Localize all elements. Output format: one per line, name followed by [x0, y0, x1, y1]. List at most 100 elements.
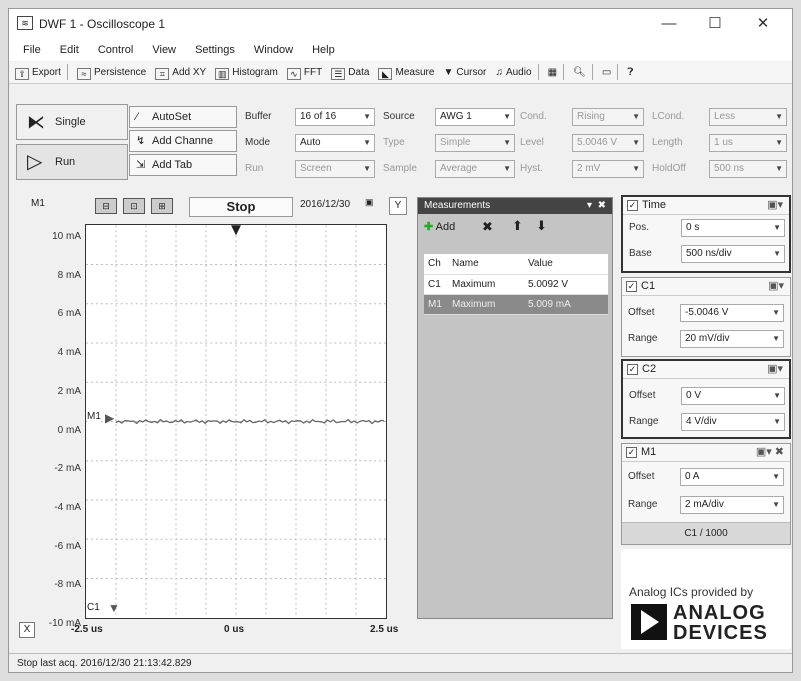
c1-offset-input[interactable]: -5.0046 V ▼ [680, 304, 784, 322]
wand-icon: ⁄ [136, 111, 138, 123]
add-tab-button[interactable]: ⇲ Add Tab [129, 154, 237, 176]
m1-range-input[interactable]: 2 mA/div ▼ [680, 496, 784, 514]
chevron-down-icon: ▼ [773, 391, 781, 400]
m1-formula[interactable]: C1 / 1000 [622, 522, 790, 544]
logo-caption: Analog ICs provided by [629, 585, 754, 599]
table-row[interactable]: M1 Maximum 5.009 mA [424, 294, 608, 315]
measurements-table: Ch Name Value C1 Maximum 5.0092 V M1 Max… [424, 254, 608, 315]
menu-window[interactable]: Window [254, 39, 293, 61]
add-xy-button[interactable]: ⌗ Add XY [155, 62, 206, 84]
chevron-down-icon: ▼ [772, 500, 780, 509]
scope-plot[interactable] [85, 224, 387, 619]
run-button[interactable]: ▷ Run [16, 144, 128, 180]
c1-checkbox[interactable]: ✓ [626, 281, 637, 292]
single-button[interactable]: ⧔ Single [16, 104, 128, 140]
y-axis-button[interactable]: Y [389, 197, 407, 215]
layout-icon[interactable]: ▦ [548, 62, 557, 84]
data-icon: ☰ [331, 68, 346, 80]
c1-trace-marker[interactable]: C1 [87, 602, 100, 613]
dock-icon[interactable]: ▭ [602, 62, 611, 84]
add-measurement-button[interactable]: ✚ Add [424, 220, 455, 233]
move-down-icon[interactable]: ⬇ [536, 218, 547, 234]
panel-menu-icon[interactable]: ▣▾ [767, 362, 783, 375]
trigger-position-marker[interactable] [231, 225, 241, 236]
table-row[interactable]: C1 Maximum 5.0092 V [424, 274, 608, 295]
window-title: DWF 1 - Oscilloscope 1 [39, 17, 166, 31]
menu-control[interactable]: Control [98, 39, 133, 61]
cursor-button[interactable]: ▼ Cursor [443, 62, 486, 84]
menu-view[interactable]: View [152, 39, 176, 61]
fft-button[interactable]: ∿ FFT [286, 62, 322, 84]
audio-button[interactable]: ♫ Audio [495, 62, 531, 84]
time-checkbox[interactable]: ✓ [627, 200, 638, 211]
app-icon: ≋ [17, 16, 33, 30]
offset-label: Offset [628, 471, 655, 482]
delete-icon[interactable]: ✖ [482, 219, 493, 235]
m1-offset-input[interactable]: 0 A ▼ [680, 468, 784, 486]
chevron-down-icon: ▼ [632, 164, 640, 173]
type-select[interactable]: Simple ▼ [435, 134, 515, 152]
mode-label: Mode [245, 137, 271, 148]
minimize-button[interactable]: — [649, 13, 689, 35]
c2-checkbox[interactable]: ✓ [627, 364, 638, 375]
histogram-button[interactable]: ▥ Histogram [215, 62, 278, 84]
dock-icon[interactable]: ▾ [587, 198, 592, 214]
zoom-icon[interactable]: 🔍︎ [573, 62, 586, 84]
close-button[interactable]: ✕ [743, 13, 783, 35]
move-up-icon[interactable]: ⬆ [512, 218, 523, 234]
zoom-fit-icon[interactable]: ⊟ [95, 198, 117, 214]
c2-offset-input[interactable]: 0 V ▼ [681, 387, 785, 405]
chevron-down-icon: ▼ [772, 472, 780, 481]
x-axis-button[interactable]: X [19, 622, 35, 638]
range-label: Range [629, 416, 659, 427]
panel-menu-icon[interactable]: ▣▾ [768, 279, 784, 292]
level-input[interactable]: 5.0046 V ▼ [572, 134, 644, 152]
length-input[interactable]: 1 us ▼ [709, 134, 787, 152]
sample-select[interactable]: Average ▼ [435, 160, 515, 178]
menu-help[interactable]: Help [312, 39, 335, 61]
m1-panel-title: M1 [641, 446, 657, 458]
hyst-input[interactable]: 2 mV ▼ [572, 160, 644, 178]
lcond-select[interactable]: Less ▼ [709, 108, 787, 126]
export-button[interactable]: ⇪ Export [15, 62, 61, 84]
panel-menu-icon[interactable]: ▣▾ [767, 198, 783, 211]
play-icon: ▷ [27, 151, 43, 173]
time-position-input[interactable]: 0 s ▼ [681, 219, 785, 237]
logo-line1: ANALOG [673, 602, 766, 624]
zoom-area-icon[interactable]: ⊡ [123, 198, 145, 214]
data-button[interactable]: ☰ Data [331, 62, 369, 84]
source-select[interactable]: AWG 1 ▼ [435, 108, 515, 126]
close-icon[interactable]: ✖ [598, 198, 606, 214]
chevron-down-icon: ▼ [632, 138, 640, 147]
holdoff-input[interactable]: 500 ns ▼ [709, 160, 787, 178]
c1-panel-title: C1 [641, 280, 656, 292]
menu-edit[interactable]: Edit [60, 39, 79, 61]
base-label: Base [629, 248, 652, 259]
cond-select[interactable]: Rising ▼ [572, 108, 644, 126]
autoset-button[interactable]: ⁄ AutoSet [129, 106, 237, 128]
m1-checkbox[interactable]: ✓ [626, 447, 637, 458]
source-label: Source [383, 111, 415, 122]
mode-select[interactable]: Auto ▼ [295, 134, 375, 152]
add-channel-button[interactable]: ↯ Add Channe [129, 130, 237, 152]
menu-settings[interactable]: Settings [195, 39, 235, 61]
history-icon[interactable]: ▣ [365, 197, 379, 213]
panel-menu-icon[interactable]: ▣▾ ✖ [756, 445, 784, 458]
persistence-button[interactable]: ≈ Persistence [76, 62, 146, 84]
measurements-header: Measurements ▾ ✖ [418, 198, 612, 214]
buffer-select[interactable]: 16 of 16 ▼ [295, 108, 375, 126]
maximize-button[interactable]: ☐ [695, 13, 735, 35]
menu-file[interactable]: File [23, 39, 41, 61]
y-tick-label: -2 mA [54, 463, 81, 475]
y-tick-label: -4 mA [54, 501, 81, 513]
measure-button[interactable]: ◣ Measure [378, 62, 434, 84]
chevron-down-icon: ▼ [772, 334, 780, 343]
m1-trace-marker[interactable]: M1 [87, 411, 101, 422]
c1-range-input[interactable]: 20 mV/div ▼ [680, 330, 784, 348]
zoom-reset-icon[interactable]: ⊞ [151, 198, 173, 214]
xy-icon: ⌗ [155, 68, 170, 80]
run-mode-select[interactable]: Screen ▼ [295, 160, 375, 178]
time-base-input[interactable]: 500 ns/div ▼ [681, 245, 785, 263]
c2-range-input[interactable]: 4 V/div ▼ [681, 413, 785, 431]
help-icon[interactable]: ❓︎ [627, 62, 633, 84]
